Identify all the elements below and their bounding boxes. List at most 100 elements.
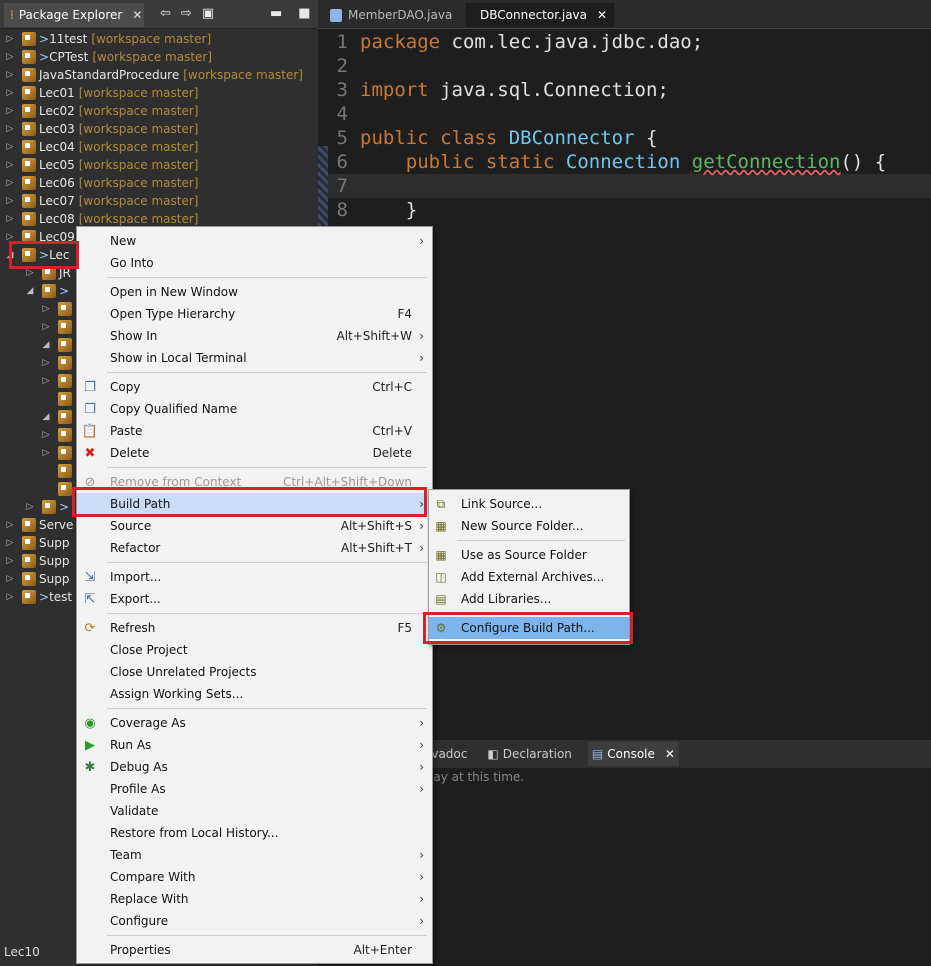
expand-toggle-icon[interactable]: ▷ xyxy=(24,268,36,278)
menu-item-open-type-hierarchy[interactable]: Open Type Hierarchy F4 xyxy=(77,303,432,325)
menu-item-paste[interactable]: 📋 Paste Ctrl+V xyxy=(77,420,432,442)
forward-icon[interactable]: ⇨ xyxy=(181,6,192,21)
expand-toggle-icon[interactable]: ▷ xyxy=(40,430,52,440)
expand-toggle-icon[interactable]: ▷ xyxy=(4,142,16,152)
tab-declaration[interactable]: ◧ Declaration xyxy=(483,742,576,766)
code-line[interactable]: 8 } xyxy=(318,198,931,222)
close-icon[interactable]: ✕ xyxy=(665,747,675,761)
expand-toggle-icon[interactable]: ◢ xyxy=(40,340,52,350)
menu-item-label: Import... xyxy=(110,570,162,584)
menu-item-compare-with[interactable]: Compare With › xyxy=(77,866,432,888)
maximize-icon[interactable]: ■ xyxy=(298,6,310,21)
submenu-item-link-source[interactable]: ⧉ Link Source... xyxy=(429,493,629,515)
tree-item[interactable]: ▷ Lec03 [workspace master] xyxy=(0,120,318,138)
code-line[interactable]: 3 import java.sql.Connection; xyxy=(318,78,931,102)
code-line[interactable]: 5 public class DBConnector { xyxy=(318,126,931,150)
close-icon[interactable]: ✕ xyxy=(597,8,607,22)
menu-item-restore-from-local-history[interactable]: Restore from Local History... xyxy=(77,822,432,844)
code-line[interactable]: 6 public static Connection getConnection… xyxy=(318,150,931,174)
menu-item-label: Refresh xyxy=(110,621,156,635)
tree-item[interactable]: ▷ Lec01 [workspace master] xyxy=(0,84,318,102)
menu-item-copy-qualified-name[interactable]: ❐ Copy Qualified Name xyxy=(77,398,432,420)
tree-item[interactable]: ▷ Lec02 [workspace master] xyxy=(0,102,318,120)
code-line[interactable]: 1 package com.lec.java.jdbc.dao; xyxy=(318,30,931,54)
expand-toggle-icon[interactable]: ▷ xyxy=(4,556,16,566)
menu-item-label: Refactor xyxy=(110,541,161,555)
menu-item-team[interactable]: Team › xyxy=(77,844,432,866)
expand-toggle-icon[interactable]: ▷ xyxy=(4,160,16,170)
expand-toggle-icon[interactable]: ▷ xyxy=(4,574,16,584)
tree-item[interactable]: ▷ JavaStandardProcedure [workspace master] xyxy=(0,66,318,84)
expand-toggle-icon[interactable]: ▷ xyxy=(40,448,52,458)
tab-console[interactable]: ▤ Console ✕ xyxy=(587,742,679,766)
tab-memberdao[interactable]: MemberDAO.java xyxy=(322,3,462,27)
code-editor[interactable]: 1 package com.lec.java.jdbc.dao; 2 3 import … xyxy=(318,30,931,222)
expand-toggle-icon[interactable]: ▷ xyxy=(24,502,36,512)
submenu-item-new-source-folder[interactable]: ▦ New Source Folder... xyxy=(429,515,629,537)
menu-item-coverage-as[interactable]: ◉ Coverage As › xyxy=(77,712,432,734)
menu-item-replace-with[interactable]: Replace With › xyxy=(77,888,432,910)
back-icon[interactable]: ⇦ xyxy=(160,6,171,21)
code-line[interactable]: 4 xyxy=(318,102,931,126)
menu-item-assign-working-sets[interactable]: Assign Working Sets... xyxy=(77,683,432,705)
menu-item-show-in-local-terminal[interactable]: Show in Local Terminal › xyxy=(77,347,432,369)
expand-toggle-icon[interactable]: ▷ xyxy=(40,358,52,368)
expand-toggle-icon[interactable]: ▷ xyxy=(4,34,16,44)
menu-item-delete[interactable]: ✖ Delete Delete xyxy=(77,442,432,464)
menu-item-open-in-new-window[interactable]: Open in New Window xyxy=(77,281,432,303)
expand-toggle-icon[interactable]: ▷ xyxy=(4,70,16,80)
menu-item-import[interactable]: ⇲ Import... xyxy=(77,566,432,588)
menu-item-profile-as[interactable]: Profile As › xyxy=(77,778,432,800)
tree-item[interactable]: ▷ > CPTest [workspace master] xyxy=(0,48,318,66)
menu-item-copy[interactable]: ❐ Copy Ctrl+C xyxy=(77,376,432,398)
menu-item-label: New Source Folder... xyxy=(461,519,584,533)
code-line[interactable]: 2 xyxy=(318,54,931,78)
expand-toggle-icon[interactable]: ▷ xyxy=(4,52,16,62)
expand-toggle-icon[interactable]: ▷ xyxy=(4,520,16,530)
menu-item-validate[interactable]: Validate xyxy=(77,800,432,822)
submenu-item-add-libraries[interactable]: ▤ Add Libraries... xyxy=(429,588,629,610)
menu-item-refresh[interactable]: ⟳ Refresh F5 xyxy=(77,617,432,639)
submenu-arrow-icon: › xyxy=(419,914,424,928)
coverage-icon: ◉ xyxy=(84,715,96,731)
expand-toggle-icon[interactable]: ▷ xyxy=(40,304,52,314)
menu-item-properties[interactable]: Properties Alt+Enter xyxy=(77,939,432,961)
expand-toggle-icon[interactable]: ▷ xyxy=(4,214,16,224)
tab-package-explorer[interactable]: ⁞ Package Explorer ✕ xyxy=(4,3,144,27)
expand-toggle-icon[interactable]: ▷ xyxy=(4,88,16,98)
expand-toggle-icon[interactable]: ▷ xyxy=(40,376,52,386)
menu-item-source[interactable]: Source Alt+Shift+S › xyxy=(77,515,432,537)
console-icon: ▤ xyxy=(591,747,604,761)
expand-toggle-icon[interactable]: ▷ xyxy=(4,196,16,206)
menu-item-new[interactable]: New › xyxy=(77,230,432,252)
tab-dbconnector[interactable]: DBConnector.java ✕ xyxy=(466,3,614,27)
expand-toggle-icon[interactable]: ▷ xyxy=(4,178,16,188)
tree-item[interactable]: ▷ Lec07 [workspace master] xyxy=(0,192,318,210)
expand-toggle-icon[interactable]: ▷ xyxy=(40,322,52,332)
menu-item-refactor[interactable]: Refactor Alt+Shift+T › xyxy=(77,537,432,559)
menu-item-run-as[interactable]: ▶ Run As › xyxy=(77,734,432,756)
close-icon[interactable]: ✕ xyxy=(132,8,142,22)
minimize-icon[interactable]: ▬ xyxy=(270,6,282,21)
expand-toggle-icon[interactable]: ▷ xyxy=(4,538,16,548)
menu-item-debug-as[interactable]: ✱ Debug As › xyxy=(77,756,432,778)
expand-toggle-icon[interactable]: ◢ xyxy=(24,286,36,296)
collapse-all-icon[interactable]: ▣ xyxy=(202,6,214,21)
expand-toggle-icon[interactable]: ▷ xyxy=(4,124,16,134)
tree-item[interactable]: ▷ > 11test [workspace master] xyxy=(0,30,318,48)
tree-item[interactable]: ▷ Lec04 [workspace master] xyxy=(0,138,318,156)
menu-item-export[interactable]: ⇱ Export... xyxy=(77,588,432,610)
tree-item[interactable]: ▷ Lec05 [workspace master] xyxy=(0,156,318,174)
expand-toggle-icon[interactable]: ◢ xyxy=(40,412,52,422)
menu-item-close-unrelated-projects[interactable]: Close Unrelated Projects xyxy=(77,661,432,683)
submenu-item-add-external-archives[interactable]: ◫ Add External Archives... xyxy=(429,566,629,588)
tree-item[interactable]: ▷ Lec06 [workspace master] xyxy=(0,174,318,192)
submenu-item-use-as-source-folder[interactable]: ▦ Use as Source Folder xyxy=(429,544,629,566)
menu-item-show-in[interactable]: Show In Alt+Shift+W › xyxy=(77,325,432,347)
code-line[interactable]: 7 xyxy=(318,174,931,198)
expand-toggle-icon[interactable]: ▷ xyxy=(4,106,16,116)
expand-toggle-icon[interactable]: ▷ xyxy=(4,592,16,602)
menu-item-configure[interactable]: Configure › xyxy=(77,910,432,932)
menu-item-close-project[interactable]: Close Project xyxy=(77,639,432,661)
menu-item-go-into[interactable]: Go Into xyxy=(77,252,432,274)
